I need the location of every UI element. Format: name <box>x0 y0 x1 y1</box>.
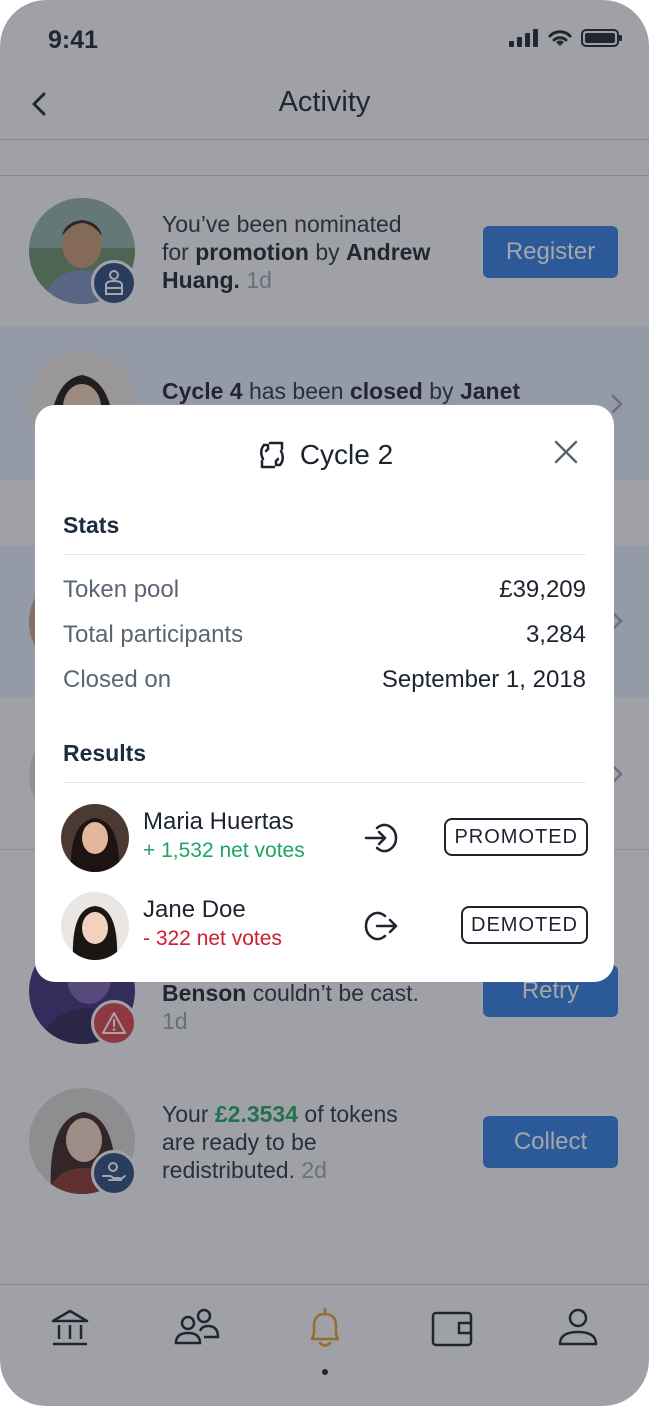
stat-row: Token pool £39,209 <box>63 576 586 610</box>
cycle-details-modal: Cycle 2 Stats Token pool £39,209 Total p… <box>35 405 614 982</box>
divider <box>63 782 586 783</box>
sign-in-icon <box>364 823 398 853</box>
promoted-tag: PROMOTED <box>444 818 588 856</box>
result-votes: - 322 net votes <box>143 927 282 950</box>
modal-header: Cycle 2 <box>35 435 614 475</box>
stat-row: Closed on September 1, 2018 <box>63 666 586 700</box>
stats-heading: Stats <box>63 512 120 538</box>
avatar <box>61 804 129 872</box>
stat-label: Closed on <box>63 666 172 693</box>
modal-title: Cycle 2 <box>299 439 394 470</box>
cycle-icon <box>259 441 284 469</box>
close-icon[interactable] <box>551 437 581 467</box>
result-votes: + 1,532 net votes <box>143 839 305 862</box>
result-row: Jane Doe - 322 net votes DEMOTED <box>61 892 588 962</box>
demoted-tag: DEMOTED <box>461 906 588 944</box>
phone-screen: 9:41 Activity You’ve been nominated for … <box>0 0 649 1406</box>
divider <box>63 554 586 555</box>
avatar <box>61 892 129 960</box>
stat-value: 3,284 <box>525 621 586 648</box>
sign-out-icon <box>364 911 398 941</box>
stat-label: Token pool <box>63 576 180 603</box>
stat-label: Total participants <box>63 621 244 648</box>
result-row: Maria Huertas + 1,532 net votes PROMOTED <box>61 804 588 874</box>
stat-value: £39,209 <box>499 576 586 603</box>
result-name: Maria Huertas <box>143 808 294 835</box>
stat-value: September 1, 2018 <box>381 666 586 693</box>
results-heading: Results <box>63 740 147 766</box>
stat-row: Total participants 3,284 <box>63 621 586 655</box>
result-name: Jane Doe <box>143 896 246 923</box>
